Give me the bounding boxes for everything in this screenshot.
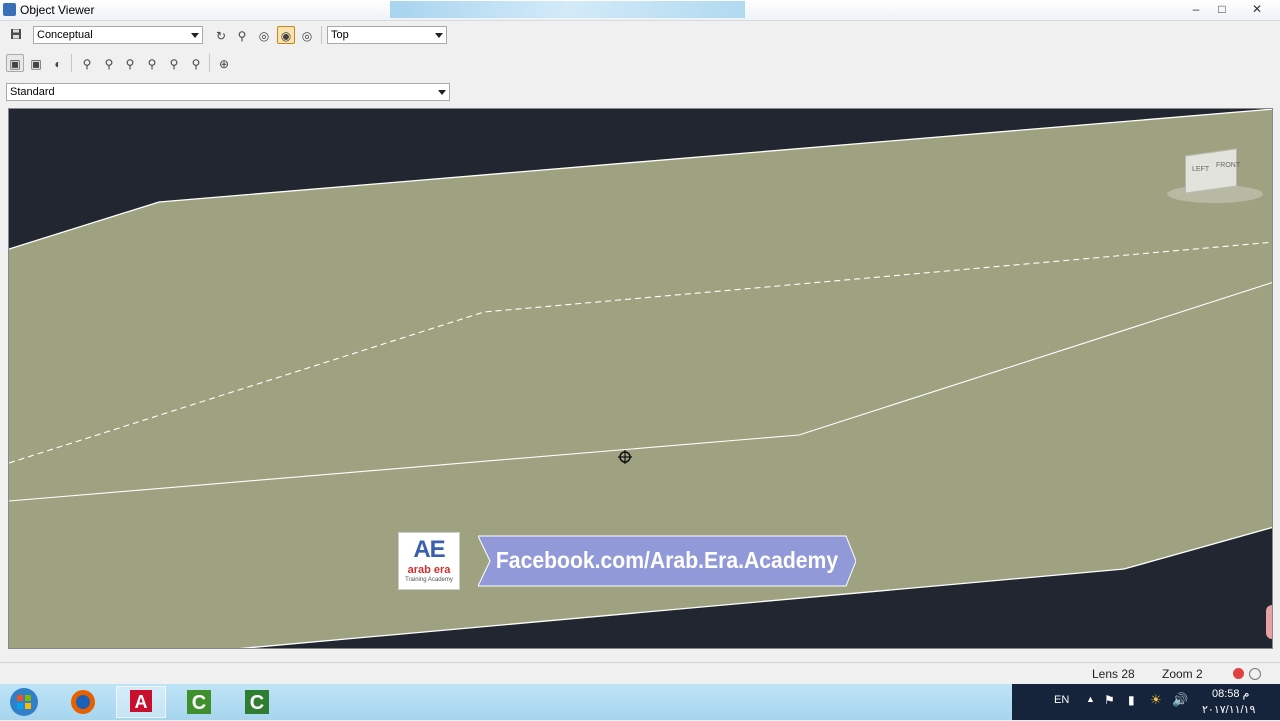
taskbar-camtasia[interactable]: C: [174, 686, 224, 718]
visual-style-dropdown[interactable]: Conceptual: [33, 26, 203, 44]
svg-text:C: C: [192, 692, 206, 714]
chevron-down-icon: [191, 33, 199, 38]
viewcube-front-label: FRONT: [1216, 162, 1241, 169]
taskbar-firefox[interactable]: [58, 686, 108, 718]
free-orbit-icon[interactable]: ◉: [277, 26, 295, 44]
start-button[interactable]: [6, 686, 42, 718]
facebook-banner: Facebook.com/Arab.Era.Academy: [478, 534, 856, 588]
camtasia-recorder-icon: C: [245, 690, 269, 714]
record-icon[interactable]: [1233, 668, 1244, 679]
flag-icon[interactable]: ⚑: [1104, 693, 1115, 707]
zoom-window-icon[interactable]: ⚲: [100, 54, 118, 72]
taskbar-autocad[interactable]: A: [116, 686, 166, 718]
window-title: Object Viewer: [20, 3, 95, 17]
firefox-icon: [71, 690, 95, 714]
toolbar-separator: [321, 26, 322, 44]
ucs-value: Standard: [10, 86, 55, 98]
save-icon[interactable]: [7, 26, 25, 44]
visual-style-value: Conceptual: [37, 29, 93, 41]
zoom-readout: Zoom 2: [1162, 667, 1203, 681]
side-tab-icon[interactable]: [1266, 605, 1272, 639]
app-icon: [3, 3, 16, 16]
continuous-orbit-icon[interactable]: ◎: [298, 26, 316, 44]
view-cube-icon[interactable]: ▣: [6, 54, 24, 72]
orbit-cursor-icon: [617, 449, 633, 465]
box-icon[interactable]: ▣: [27, 54, 45, 72]
stop-icon[interactable]: [1249, 668, 1261, 680]
toolbar-row-3: Standard: [0, 80, 1280, 106]
toolbar-row-2: ▣ ▣ ◐ ⚲ ⚲ ⚲ ⚲ ⚲ ⚲ ⊕: [0, 52, 1280, 78]
pan-icon[interactable]: ↻: [212, 26, 230, 44]
logo-main: AE: [413, 536, 445, 563]
ucs-dropdown[interactable]: Standard: [6, 83, 450, 101]
taskbar: A C C EN ▲ ⚑ ▮ ☀ 🔊 08:58 م ٢٠١٧/١١/١٩: [0, 684, 1280, 720]
ucs-icon[interactable]: ⊕: [215, 54, 233, 72]
zoom-icon[interactable]: ⚲: [233, 26, 251, 44]
clock-date[interactable]: ٢٠١٧/١١/١٩: [1202, 703, 1255, 716]
taskbar-camtasia-recorder[interactable]: C: [232, 686, 282, 718]
status-bar: Lens 28 Zoom 2: [0, 662, 1280, 685]
system-tray: EN ▲ ⚑ ▮ ☀ 🔊 08:58 م ٢٠١٧/١١/١٩: [1012, 684, 1280, 720]
chevron-down-icon: [435, 33, 443, 38]
orbit-icon[interactable]: ◎: [255, 26, 273, 44]
toolbar-separator: [209, 54, 210, 72]
zoom-realtime-icon[interactable]: ⚲: [78, 54, 96, 72]
toolbar-row-1: Conceptual ↻ ⚲ ◎ ◉ ◎ Top: [0, 24, 1280, 50]
minimize-button[interactable]: –: [1183, 0, 1209, 18]
maximize-button[interactable]: □: [1209, 0, 1235, 18]
zoom-in-icon[interactable]: ⚲: [143, 54, 161, 72]
viewcube-left-label: LEFT: [1192, 166, 1210, 173]
view-value: Top: [331, 29, 349, 41]
zoom-dynamic-icon[interactable]: ⚲: [121, 54, 139, 72]
zoom-extents-icon[interactable]: ⚲: [187, 54, 205, 72]
toolbar-separator: [71, 54, 72, 72]
lens-readout: Lens 28: [1092, 667, 1135, 681]
windows-logo-icon: [10, 688, 38, 716]
clock-time[interactable]: 08:58 م: [1212, 687, 1249, 700]
arab-era-logo: AE arab era Training Academy: [398, 532, 460, 590]
viewcube[interactable]: LEFT FRONT: [1167, 148, 1267, 209]
title-bar: Object Viewer – □ ✕: [0, 0, 1280, 21]
camtasia-icon: C: [187, 690, 211, 714]
blurred-title-area: [390, 1, 745, 18]
svg-text:A: A: [135, 692, 148, 712]
battery-icon[interactable]: ▮: [1128, 693, 1135, 707]
logo-line2: Training Academy: [405, 577, 453, 583]
banner-text: Facebook.com/Arab.Era.Academy: [495, 547, 839, 573]
language-indicator[interactable]: EN: [1054, 694, 1069, 706]
view-dropdown[interactable]: Top: [327, 26, 447, 44]
hide-icon[interactable]: ◐: [49, 54, 67, 72]
volume-icon[interactable]: 🔊: [1172, 692, 1188, 708]
brightness-icon[interactable]: ☀: [1150, 692, 1162, 708]
chevron-down-icon: [438, 90, 446, 95]
logo-line1: arab era: [407, 564, 451, 576]
close-button[interactable]: ✕: [1244, 0, 1270, 18]
svg-text:C: C: [250, 692, 264, 714]
zoom-out-icon[interactable]: ⚲: [165, 54, 183, 72]
autocad-icon: A: [130, 690, 152, 712]
show-hidden-icons-icon[interactable]: ▲: [1086, 694, 1095, 704]
